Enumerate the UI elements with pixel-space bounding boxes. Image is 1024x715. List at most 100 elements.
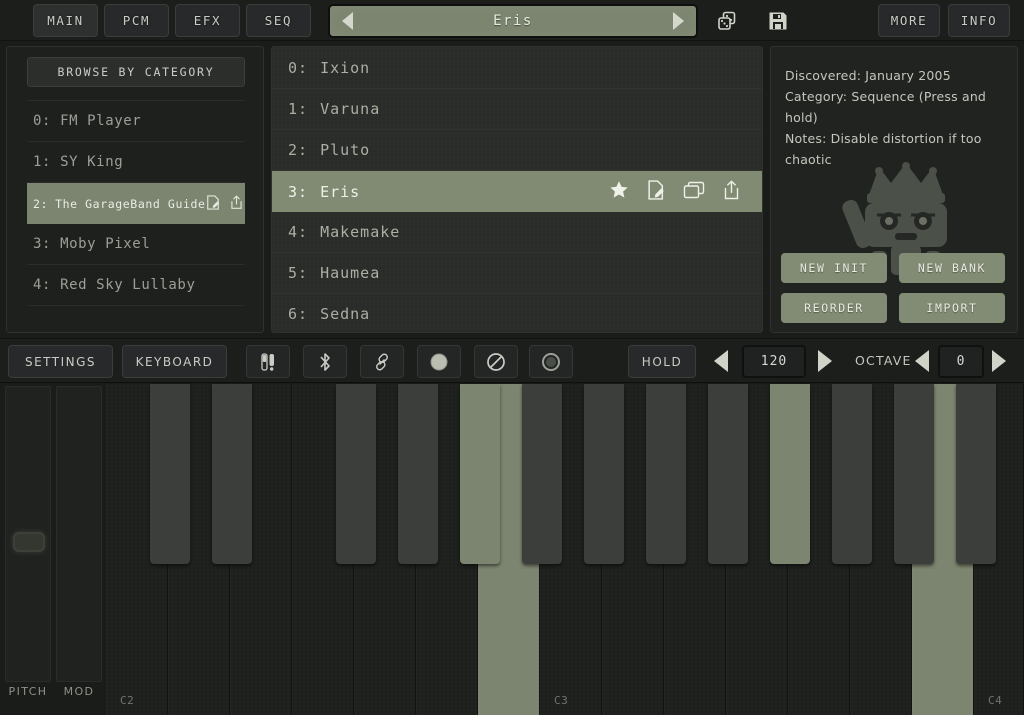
piano-keyboard: PITCH MOD C2 C3 C4 — [0, 384, 1024, 715]
tab-pcm[interactable]: PCM — [104, 4, 169, 37]
octave-value[interactable]: 0 — [938, 345, 984, 378]
share-icon[interactable] — [723, 179, 740, 204]
preset-next-button[interactable] — [673, 12, 684, 30]
tab-seq[interactable]: SEQ — [246, 4, 311, 37]
preset-list[interactable]: 0: Ixion 1: Varuna 2: Pluto 3: Eris 4: M… — [272, 47, 762, 332]
hold-label: HOLD — [641, 354, 683, 369]
sidebar-item-fm-player[interactable]: 0: FM Player — [27, 101, 245, 142]
black-key[interactable] — [398, 384, 438, 564]
mod-label: MOD — [63, 685, 95, 698]
black-key[interactable] — [522, 384, 562, 564]
sidebar-item-sy-king[interactable]: 1: SY King — [27, 142, 245, 183]
floppy-disk-icon[interactable] — [763, 7, 793, 35]
more-label: MORE — [890, 13, 928, 28]
preset-index: 5: — [288, 264, 309, 282]
octave-increase-button[interactable] — [992, 350, 1006, 372]
link-icon[interactable] — [360, 345, 404, 378]
no-entry-icon[interactable] — [474, 345, 518, 378]
preset-row-actions — [609, 179, 740, 204]
keys-area[interactable]: C2 C3 C4 — [106, 384, 1024, 715]
tempo-value[interactable]: 120 — [742, 345, 806, 378]
table-row[interactable]: 4: Makemake — [272, 212, 762, 253]
category-label: Moby Pixel — [60, 236, 151, 252]
browse-by-category-button[interactable]: BROWSE BY CATEGORY — [27, 57, 245, 87]
bluetooth-icon[interactable] — [303, 345, 347, 378]
black-key[interactable] — [212, 384, 252, 564]
info-notes: Notes: Disable distortion if too chaotic — [785, 131, 982, 167]
black-key[interactable] — [646, 384, 686, 564]
browse-by-category-label: BROWSE BY CATEGORY — [57, 65, 215, 79]
info-category: Category: Sequence (Press and hold) — [785, 89, 987, 125]
sphere-icon[interactable] — [417, 345, 461, 378]
tempo-decrease-button[interactable] — [714, 350, 728, 372]
rename-icon[interactable] — [206, 194, 220, 213]
pitch-wheel[interactable] — [5, 386, 51, 682]
table-row[interactable]: 1: Varuna — [272, 89, 762, 130]
rename-icon[interactable] — [647, 179, 665, 204]
record-icon[interactable] — [529, 345, 573, 378]
table-row[interactable]: 6: Sedna — [272, 294, 762, 332]
category-list[interactable]: 0: FM Player 1: SY King 2: The GarageBan… — [27, 91, 245, 327]
table-row-selected[interactable]: 3: Eris — [272, 171, 762, 212]
pitch-wheel-knob[interactable] — [13, 532, 45, 552]
info-discovered: Discovered: January 2005 — [785, 68, 951, 83]
hold-button[interactable]: HOLD — [628, 345, 696, 378]
black-key[interactable] — [832, 384, 872, 564]
tempo-increase-button[interactable] — [818, 350, 832, 372]
wheel-zone: PITCH MOD — [0, 384, 106, 715]
sliders-icon[interactable] — [246, 345, 290, 378]
octave-value-label: 0 — [956, 354, 966, 369]
settings-button[interactable]: SETTINGS — [8, 345, 113, 378]
category-index: 3: — [33, 236, 52, 252]
new-bank-button[interactable]: NEW BANK — [899, 253, 1005, 283]
category-browser-panel: BROWSE BY CATEGORY 0: FM Player 1: SY Ki… — [6, 46, 264, 333]
sidebar-item-moby-pixel[interactable]: 3: Moby Pixel — [27, 224, 245, 265]
octave-decrease-button[interactable] — [915, 350, 929, 372]
table-row[interactable]: 2: Pluto — [272, 130, 762, 171]
preset-prev-button[interactable] — [342, 12, 353, 30]
table-row[interactable]: 5: Haumea — [272, 253, 762, 294]
tab-main[interactable]: MAIN — [33, 4, 98, 37]
preset-index: 1: — [288, 100, 309, 118]
more-button[interactable]: MORE — [878, 4, 940, 37]
star-icon[interactable] — [609, 180, 629, 204]
main-tab-group: MAIN PCM EFX SEQ — [33, 4, 311, 37]
black-key-active[interactable] — [460, 384, 500, 564]
table-row[interactable]: 0: Ixion — [272, 48, 762, 89]
info-button[interactable]: INFO — [948, 4, 1010, 37]
black-key[interactable] — [894, 384, 934, 564]
black-key[interactable] — [150, 384, 190, 564]
black-key[interactable] — [336, 384, 376, 564]
sidebar-item-the-garageband-guide[interactable]: 2: The GarageBand Guide — [27, 183, 245, 224]
pitch-label: PITCH — [8, 685, 48, 698]
top-header-bar: MAIN PCM EFX SEQ Eris MORE INFO — [0, 0, 1024, 41]
import-label: IMPORT — [926, 301, 978, 315]
new-init-button[interactable]: NEW INIT — [781, 253, 887, 283]
octave-label: OCTAVE — [855, 353, 912, 368]
preset-navigator: Eris — [328, 4, 698, 38]
black-key[interactable] — [584, 384, 624, 564]
preset-index: 3: — [288, 182, 309, 201]
reorder-button[interactable]: REORDER — [781, 293, 887, 323]
mod-wheel[interactable] — [56, 386, 102, 682]
bank-action-buttons: NEW INIT NEW BANK REORDER IMPORT — [781, 253, 1009, 323]
share-icon[interactable] — [230, 194, 243, 213]
tab-pcm-label: PCM — [122, 13, 151, 28]
list-item[interactable] — [27, 91, 245, 101]
black-key[interactable] — [956, 384, 996, 564]
dice-icon[interactable] — [712, 7, 742, 35]
octave-marker-c3: C3 — [554, 694, 569, 707]
current-preset-name: Eris — [493, 13, 533, 29]
tab-efx-label: EFX — [193, 13, 222, 28]
reorder-label: REORDER — [804, 301, 864, 315]
keyboard-button[interactable]: KEYBOARD — [122, 345, 227, 378]
keyboard-label: KEYBOARD — [135, 354, 214, 369]
octave-marker-c4: C4 — [988, 694, 1003, 707]
black-key[interactable] — [708, 384, 748, 564]
tab-efx[interactable]: EFX — [175, 4, 240, 37]
sidebar-item-red-sky-lullaby[interactable]: 4: Red Sky Lullaby — [27, 265, 245, 306]
preset-name: Sedna — [320, 305, 371, 323]
duplicate-icon[interactable] — [683, 181, 705, 203]
black-key-active[interactable] — [770, 384, 810, 564]
import-button[interactable]: IMPORT — [899, 293, 1005, 323]
